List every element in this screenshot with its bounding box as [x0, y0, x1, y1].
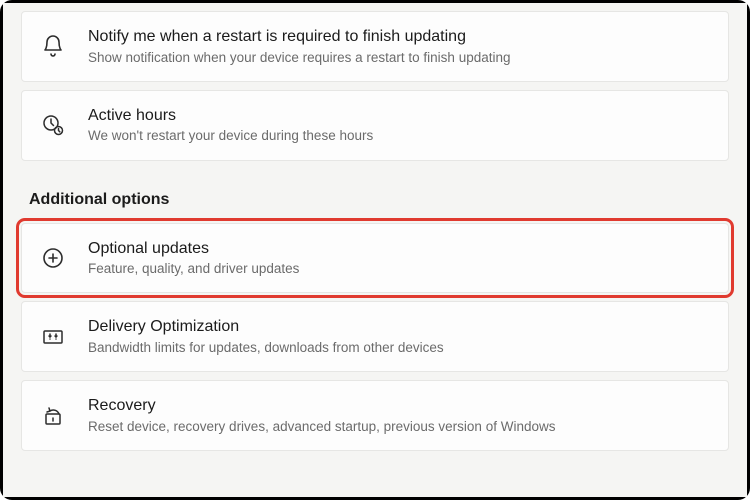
settings-panel: Notify me when a restart is required to … — [3, 3, 747, 497]
row-delivery-optimization[interactable]: Delivery Optimization Bandwidth limits f… — [21, 301, 729, 372]
row-title: Optional updates — [88, 238, 710, 260]
plus-circle-icon — [40, 245, 66, 271]
row-optional-updates[interactable]: Optional updates Feature, quality, and d… — [21, 223, 729, 294]
row-notify-restart[interactable]: Notify me when a restart is required to … — [21, 11, 729, 82]
row-subtitle: Reset device, recovery drives, advanced … — [88, 418, 710, 436]
clock-gear-icon — [40, 112, 66, 138]
section-label-additional-options: Additional options — [29, 191, 729, 209]
row-texts: Recovery Reset device, recovery drives, … — [88, 395, 710, 436]
row-texts: Optional updates Feature, quality, and d… — [88, 238, 710, 279]
highlight-box: Optional updates Feature, quality, and d… — [21, 223, 729, 294]
row-recovery[interactable]: Recovery Reset device, recovery drives, … — [21, 380, 729, 451]
row-title: Recovery — [88, 395, 710, 417]
row-texts: Notify me when a restart is required to … — [88, 26, 710, 67]
row-subtitle: Feature, quality, and driver updates — [88, 260, 710, 278]
download-box-icon — [40, 324, 66, 350]
row-title: Notify me when a restart is required to … — [88, 26, 710, 48]
row-title: Active hours — [88, 105, 710, 127]
row-subtitle: Bandwidth limits for updates, downloads … — [88, 339, 710, 357]
row-texts: Delivery Optimization Bandwidth limits f… — [88, 316, 710, 357]
row-subtitle: We won't restart your device during thes… — [88, 127, 710, 145]
bell-icon — [40, 33, 66, 59]
row-title: Delivery Optimization — [88, 316, 710, 338]
recovery-icon — [40, 403, 66, 429]
row-subtitle: Show notification when your device requi… — [88, 49, 710, 67]
row-active-hours[interactable]: Active hours We won't restart your devic… — [21, 90, 729, 161]
row-texts: Active hours We won't restart your devic… — [88, 105, 710, 146]
